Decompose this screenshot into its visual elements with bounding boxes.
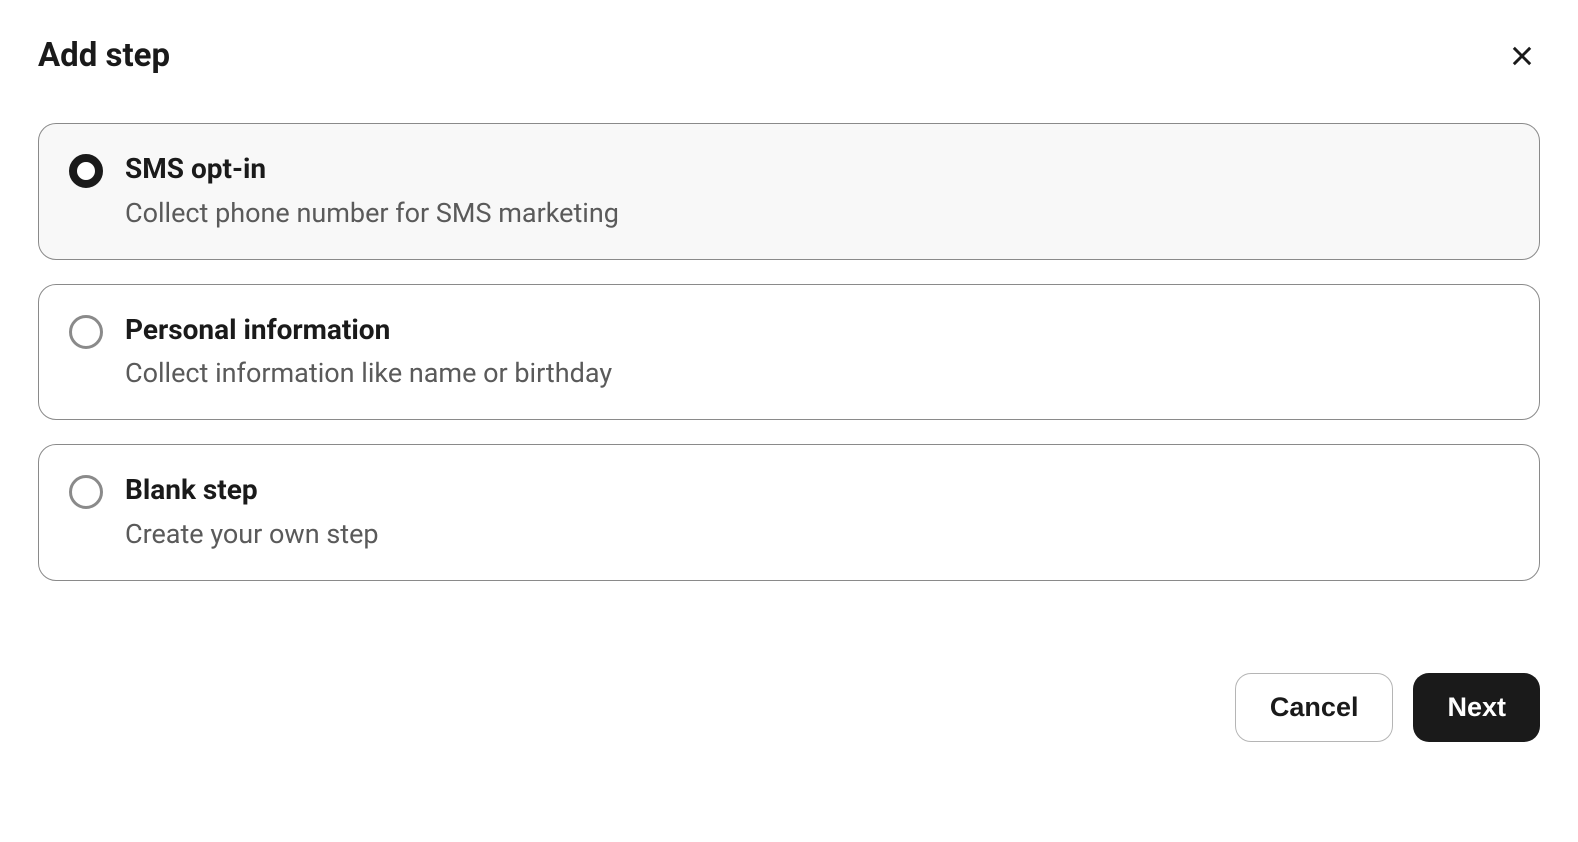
radio-icon [69,154,103,188]
option-description: Collect information like name or birthda… [125,356,612,391]
step-options-list: SMS opt-in Collect phone number for SMS … [38,123,1540,581]
cancel-button[interactable]: Cancel [1235,673,1394,742]
option-sms-optin[interactable]: SMS opt-in Collect phone number for SMS … [38,123,1540,260]
option-text: Personal information Collect information… [125,313,612,392]
option-text: Blank step Create your own step [125,473,379,552]
modal-footer: Cancel Next [38,673,1540,742]
option-title: SMS opt-in [125,152,619,186]
option-text: SMS opt-in Collect phone number for SMS … [125,152,619,231]
next-button[interactable]: Next [1413,673,1540,742]
option-personal-information[interactable]: Personal information Collect information… [38,284,1540,421]
option-description: Collect phone number for SMS marketing [125,196,619,231]
modal-header: Add step [38,36,1540,75]
modal-title: Add step [38,36,170,75]
option-description: Create your own step [125,517,379,552]
radio-icon [69,475,103,509]
close-button[interactable] [1504,38,1540,74]
option-title: Personal information [125,313,612,347]
radio-icon [69,315,103,349]
option-blank-step[interactable]: Blank step Create your own step [38,444,1540,581]
option-title: Blank step [125,473,379,507]
close-icon [1508,42,1536,70]
